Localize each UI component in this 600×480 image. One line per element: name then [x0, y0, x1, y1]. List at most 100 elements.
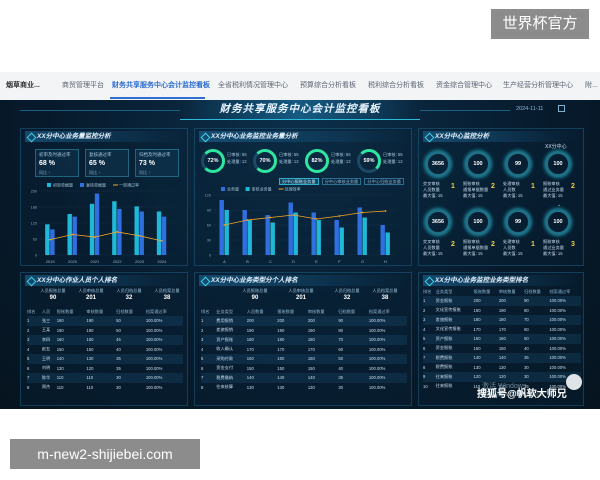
ring-info-line: 已审核: 55: [279, 152, 299, 157]
tab-home[interactable]: 烟草商业...: [6, 72, 40, 100]
table-row[interactable]: 1 张三 190 190 50 100.00%: [27, 316, 183, 326]
tab-accounting-dashboard[interactable]: 财务共享服务中心会计监控看板: [112, 72, 210, 100]
tab-tax[interactable]: 全省税利情况管理中心: [218, 72, 288, 100]
table-cell: 110: [56, 373, 87, 383]
table-cell: 170: [473, 326, 481, 332]
panel-title: XX分中心业务量监控分析: [25, 131, 183, 142]
toggle-report-volume[interactable]: 分中心报账业务量: [279, 178, 319, 185]
table-cell: 10: [423, 383, 428, 389]
legend-label: 一审通过率: [119, 182, 139, 188]
fullscreen-icon[interactable]: [558, 105, 565, 112]
stat-value: 38: [381, 295, 389, 301]
table-cell: 50: [338, 354, 369, 364]
bar: [156, 211, 162, 255]
bar: [224, 210, 229, 255]
kpi-label: 初审及时通过率: [39, 152, 71, 157]
table-row[interactable]: 4 收入确认 170 170 170 60 100.00%: [201, 345, 407, 355]
table-cell: 30: [116, 373, 146, 383]
table-cell: 往来报账: [435, 383, 453, 389]
tab-funds[interactable]: 资金综合管理中心: [436, 72, 492, 100]
table-cell: 30: [524, 372, 550, 382]
table-row[interactable]: 2 文化宣传报账 190 190 80 100.00%: [423, 306, 581, 316]
ring-info: 已审核: 55 处理量: 12: [383, 151, 403, 165]
dashboard-title: 财务共享服务中心会计监控看板: [219, 103, 381, 115]
table-row[interactable]: 7 税费报账 140 140 35 100.00%: [423, 353, 581, 363]
table-cell: 110: [86, 373, 117, 383]
table-row[interactable]: 6 刘明 130 120 35 100.00%: [27, 364, 183, 374]
table-row[interactable]: 6 资金支付 150 150 150 40 100.00%: [201, 364, 407, 374]
tab-budget[interactable]: 预算综合分析看板: [300, 72, 356, 100]
table-row[interactable]: 7 陈华 110 110 30 100.00%: [27, 373, 183, 383]
table-cell: 资金报账: [435, 296, 474, 306]
table-row[interactable]: 1 资金报账 200 200 90 100.00%: [423, 296, 581, 306]
line-point: [361, 211, 364, 214]
table-row[interactable]: 4 赵五 150 150 40 100.00%: [27, 345, 183, 355]
dashboard: 财务共享服务中心会计监控看板 2024-11-11 XX分中心业务量监控分析 初…: [0, 100, 600, 409]
table-cell: 130: [86, 354, 117, 364]
table-row[interactable]: 8 周杰 110 110 30 100.00%: [27, 383, 183, 393]
kpi-card: 初审及时通过率 68 % 同比 ↑: [35, 149, 79, 177]
table-row[interactable]: 3 资产报账 180 180 180 70 100.00%: [201, 335, 407, 345]
table-cell: 张三: [41, 316, 57, 326]
table-cell: 1: [27, 316, 42, 326]
table-row[interactable]: 6 资金报账 150 150 40 100.00%: [423, 344, 581, 354]
monitor-ring: 3656: [425, 209, 451, 235]
chevron-down-icon[interactable]: ⌄: [557, 202, 561, 208]
table-cell: 100.00%: [368, 316, 407, 326]
table-row[interactable]: 2 差旅报销 190 190 190 80 100.00%: [201, 326, 407, 336]
bar: [45, 224, 50, 255]
monitor-ring-info-line: 最大值: 15: [463, 193, 483, 198]
table-row[interactable]: 5 王明 140 130 35 100.00%: [27, 354, 183, 364]
table-cell: 7: [201, 373, 217, 383]
tab-production[interactable]: 生产经营分析管理中心: [503, 72, 573, 100]
table-cell: 100.00%: [368, 365, 386, 371]
table-cell: 60: [338, 346, 343, 352]
monitor-ring: 99: [505, 151, 531, 177]
table-cell: 90: [524, 296, 550, 306]
ring-value: 70%: [259, 158, 271, 164]
table-header-cell: 排名: [201, 308, 210, 314]
table-row[interactable]: 8 税费报账 130 130 30 100.00%: [423, 363, 581, 373]
table-cell: 190: [498, 307, 506, 313]
table-cell: 200: [473, 296, 499, 306]
ring-value: 72%: [207, 158, 219, 164]
table-cell: 100.00%: [368, 354, 407, 364]
progress-ring: 82%: [305, 149, 329, 173]
table-cell: 收入确认: [216, 346, 234, 352]
monitor-ring-info-line: 最大值: 15: [543, 251, 563, 256]
panel-title: XX分中心作业人员个人排名: [25, 275, 183, 286]
table-cell: 税费缴纳: [216, 373, 247, 383]
table-row[interactable]: 5 采购付款 160 160 160 50 100.00%: [201, 354, 407, 364]
x-tick-label: 2020: [68, 259, 78, 264]
table-cell: 100.00%: [549, 315, 581, 325]
tab-tax-analysis[interactable]: 税利综合分析看板: [368, 72, 424, 100]
toggle-archive-volume[interactable]: 分中心归档业务量: [364, 178, 404, 185]
table-row[interactable]: 1 费用报销 200 200 200 90 100.00%: [201, 316, 407, 326]
table-row[interactable]: 2 王某 190 190 50 100.00%: [27, 326, 183, 336]
tab-trade[interactable]: 商贸管理平台: [62, 72, 104, 100]
legend-swatch: [221, 187, 225, 191]
table-cell: 150: [307, 365, 315, 371]
tab-more[interactable]: 附...: [585, 72, 598, 100]
sohu-logo-icon: [566, 374, 582, 390]
toggle-audit-volume[interactable]: 分中心审核业务量: [321, 178, 362, 185]
table-cell: 5: [201, 354, 217, 364]
ring-info: 已审核: 55 处理量: 12: [331, 151, 351, 165]
bar: [139, 211, 144, 255]
x-tick-label: 2021: [90, 259, 100, 264]
table-cell: 190: [86, 316, 117, 326]
monitor-ring-value: 99: [514, 219, 522, 225]
table-row[interactable]: 3 李四 160 160 45 100.00%: [27, 335, 183, 345]
table-cell: 150: [246, 365, 254, 371]
ring-info-line: 处理量: 12: [227, 159, 247, 164]
monitor-ring-info-line: 最大值: 15: [503, 251, 523, 256]
table-row[interactable]: 5 资产报账 160 160 50 100.00%: [423, 334, 581, 344]
ring-info-line: 已审核: 55: [383, 152, 403, 157]
table-cell: 9: [423, 372, 436, 382]
table-row[interactable]: 3 差旅报账 180 180 70 100.00%: [423, 315, 581, 325]
table-row[interactable]: 4 文化宣传报账 170 170 60 100.00%: [423, 325, 581, 335]
table-row[interactable]: 8 往来核算 130 130 130 30 100.00%: [201, 383, 407, 393]
table-row[interactable]: 7 税费缴纳 140 140 140 35 100.00%: [201, 373, 407, 383]
monitor-ring-info-line: 最大值: 15: [543, 193, 563, 198]
kpi-label: 归档及时通过率: [139, 152, 171, 157]
